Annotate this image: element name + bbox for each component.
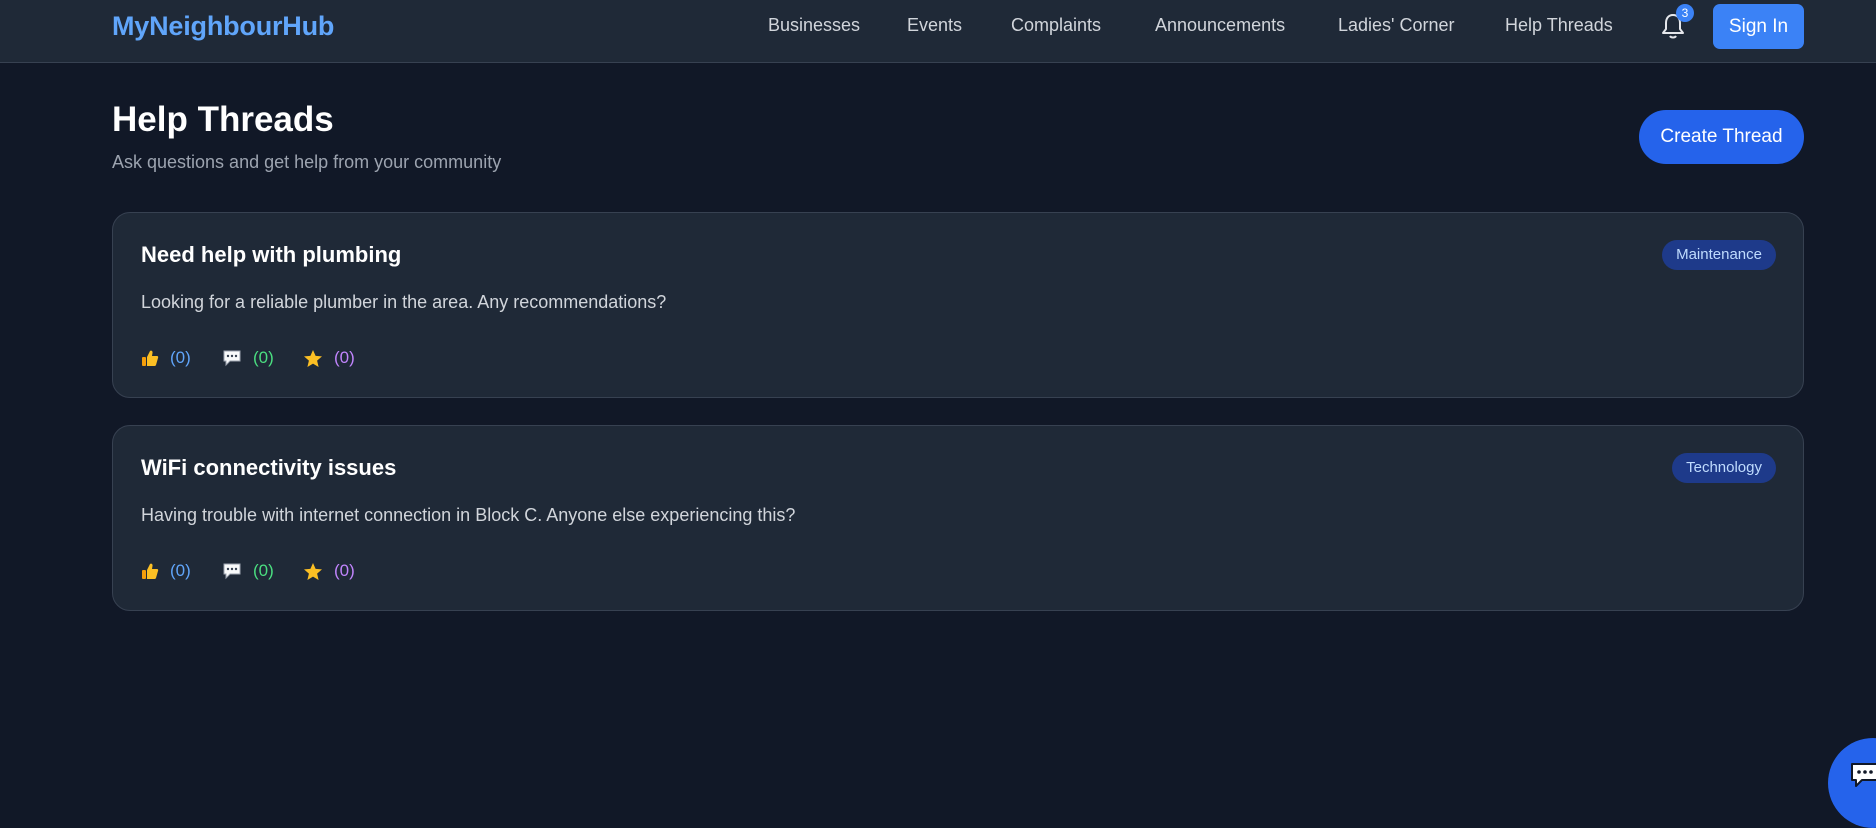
thread-title[interactable]: Need help with plumbing <box>141 242 401 268</box>
like-stat[interactable]: (0) <box>141 347 191 369</box>
comment-stat[interactable]: (0) <box>222 560 274 582</box>
nav-link-businesses[interactable]: Businesses <box>768 15 860 36</box>
create-thread-button[interactable]: Create Thread <box>1639 110 1804 164</box>
comment-icon <box>222 349 242 367</box>
category-badge: Maintenance <box>1662 240 1776 270</box>
star-stat[interactable]: (0) <box>303 560 355 582</box>
thread-body: Looking for a reliable plumber in the ar… <box>141 292 667 312</box>
nav-link-complaints[interactable]: Complaints <box>1011 15 1101 36</box>
star-icon <box>303 562 323 581</box>
sign-in-button[interactable]: Sign In <box>1713 4 1804 49</box>
category-badge: Technology <box>1672 453 1776 483</box>
thread-body: Having trouble with internet connection … <box>141 505 796 525</box>
brand-logo[interactable]: MyNeighbourHub <box>112 11 334 42</box>
comment-count: (0) <box>253 348 274 367</box>
like-count: (0) <box>170 561 191 580</box>
thumbs-up-icon <box>141 349 159 367</box>
star-stat[interactable]: (0) <box>303 347 355 369</box>
comment-stat[interactable]: (0) <box>222 347 274 369</box>
thread-card[interactable]: Need help with plumbing Maintenance Look… <box>112 212 1804 398</box>
thread-title[interactable]: WiFi connectivity issues <box>141 455 396 481</box>
star-icon <box>303 349 323 368</box>
nav-link-events[interactable]: Events <box>907 15 962 36</box>
nav-link-ladies-corner[interactable]: Ladies' Corner <box>1338 15 1455 36</box>
nav-link-help-threads[interactable]: Help Threads <box>1505 15 1613 36</box>
comment-count: (0) <box>253 561 274 580</box>
star-count: (0) <box>334 561 355 580</box>
like-count: (0) <box>170 348 191 367</box>
thumbs-up-icon <box>141 562 159 580</box>
comment-icon <box>222 562 242 580</box>
like-stat[interactable]: (0) <box>141 560 191 582</box>
chat-fab-button[interactable] <box>1828 738 1876 828</box>
thread-card[interactable]: WiFi connectivity issues Technology Havi… <box>112 425 1804 611</box>
star-count: (0) <box>334 348 355 367</box>
page-title: Help Threads <box>112 100 334 139</box>
page-subtitle: Ask questions and get help from your com… <box>112 152 502 172</box>
nav-link-announcements[interactable]: Announcements <box>1155 15 1285 36</box>
notification-badge: 3 <box>1676 4 1694 22</box>
top-navbar: MyNeighbourHub Businesses Events Complai… <box>0 0 1876 63</box>
